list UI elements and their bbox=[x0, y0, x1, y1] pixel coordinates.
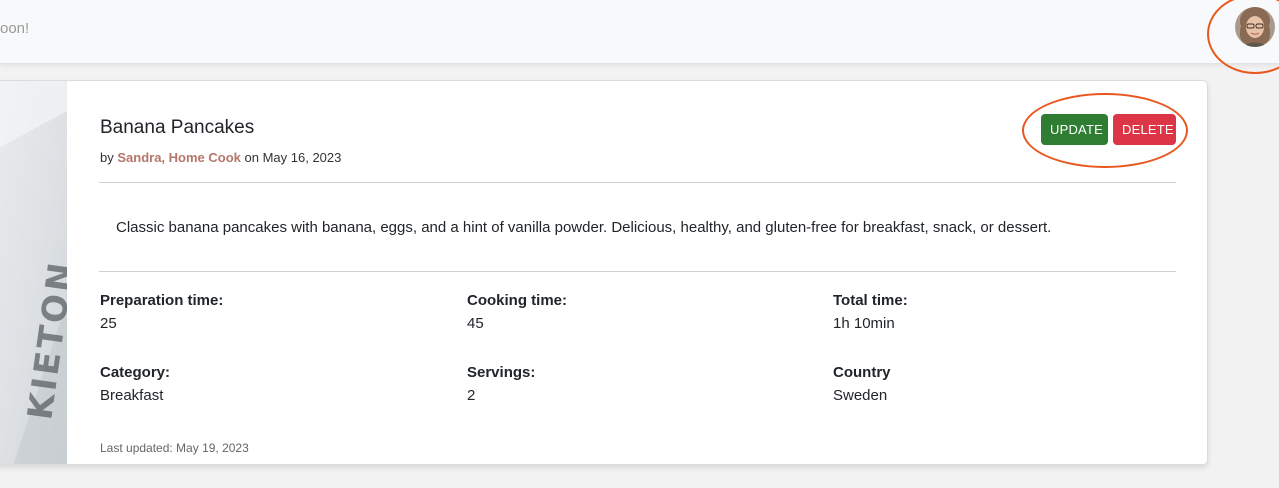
publish-date: on May 16, 2023 bbox=[244, 150, 342, 165]
field-label: Country bbox=[833, 364, 891, 381]
delete-button[interactable]: DELETE bbox=[1113, 114, 1176, 145]
user-avatar[interactable] bbox=[1235, 7, 1275, 47]
update-button[interactable]: UPDATE bbox=[1041, 114, 1108, 145]
field-label: Category: bbox=[100, 364, 171, 381]
category: Category: Breakfast bbox=[100, 364, 400, 404]
last-updated: Last updated: May 19, 2023 bbox=[100, 441, 249, 455]
field-label: Servings: bbox=[467, 364, 536, 381]
author-link[interactable]: Sandra, Home Cook bbox=[117, 150, 241, 165]
field-label: Cooking time: bbox=[467, 292, 567, 309]
divider bbox=[99, 182, 1176, 183]
field-value: Sweden bbox=[833, 387, 888, 404]
recipe-image: KIETON bbox=[0, 81, 67, 464]
navbar-message: oon! bbox=[0, 20, 30, 37]
recipe-description: Classic banana pancakes with banana, egg… bbox=[116, 219, 1052, 236]
byline-prefix: by bbox=[100, 150, 114, 165]
field-value: 2 bbox=[467, 387, 476, 404]
field-label: Preparation time: bbox=[100, 292, 224, 309]
recipe-card: KIETON Banana Pancakes by Sandra, Home C… bbox=[0, 80, 1208, 465]
total-time: Total time: 1h 10min bbox=[833, 292, 1133, 332]
top-navbar: oon! bbox=[0, 0, 1279, 74]
recipe-byline: by Sandra, Home Cook on May 16, 2023 bbox=[100, 150, 341, 165]
field-value: 1h 10min bbox=[833, 315, 895, 332]
country: Country Sweden bbox=[833, 364, 1133, 404]
preparation-time: Preparation time: 25 bbox=[100, 292, 400, 332]
servings: Servings: 2 bbox=[467, 364, 767, 404]
field-value: 45 bbox=[467, 315, 484, 332]
field-label: Total time: bbox=[833, 292, 908, 309]
avatar-image bbox=[1235, 7, 1275, 47]
cooking-time: Cooking time: 45 bbox=[467, 292, 767, 332]
recipe-actions: UPDATE DELETE bbox=[1041, 114, 1176, 145]
recipe-title: Banana Pancakes bbox=[100, 117, 255, 138]
field-value: Breakfast bbox=[100, 387, 164, 404]
field-value: 25 bbox=[100, 315, 117, 332]
divider bbox=[99, 271, 1176, 272]
